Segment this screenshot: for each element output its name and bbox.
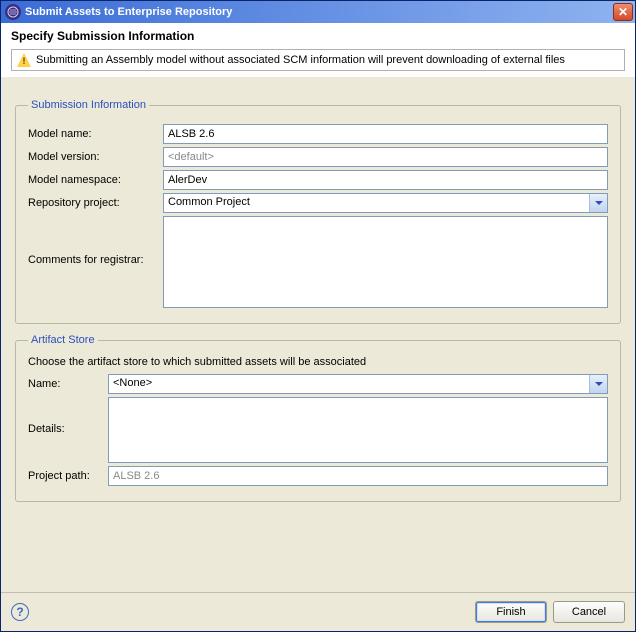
artifact-name-label: Name:	[28, 378, 108, 390]
wizard-header: Specify Submission Information Submittin…	[1, 23, 635, 77]
chevron-down-icon	[595, 382, 603, 386]
warning-box: Submitting an Assembly model without ass…	[11, 49, 625, 71]
warning-text: Submitting an Assembly model without ass…	[36, 54, 565, 66]
model-namespace-input[interactable]	[163, 170, 608, 190]
titlebar: Submit Assets to Enterprise Repository ✕	[1, 1, 635, 23]
project-path-label: Project path:	[28, 470, 108, 482]
chevron-down-icon	[595, 201, 603, 205]
artifact-instruction: Choose the artifact store to which submi…	[28, 356, 608, 368]
close-icon: ✕	[618, 5, 628, 19]
project-path-input	[108, 466, 608, 486]
repository-project-value: Common Project	[164, 194, 589, 212]
model-namespace-label: Model namespace:	[28, 174, 163, 186]
window-title: Submit Assets to Enterprise Repository	[25, 6, 232, 18]
model-version-input	[163, 147, 608, 167]
content-area: Submission Information Model name: Model…	[1, 77, 635, 592]
repository-project-dropdown-button[interactable]	[589, 194, 607, 212]
comments-textarea[interactable]	[163, 216, 608, 308]
artifact-store-group: Artifact Store Choose the artifact store…	[15, 334, 621, 502]
help-button[interactable]: ?	[11, 603, 29, 621]
finish-button[interactable]: Finish	[475, 601, 547, 623]
eclipse-icon	[5, 4, 21, 20]
help-icon: ?	[16, 605, 23, 619]
artifact-name-select[interactable]: <None>	[108, 374, 608, 394]
artifact-name-value: <None>	[109, 375, 589, 393]
repository-project-select[interactable]: Common Project	[163, 193, 608, 213]
comments-label: Comments for registrar:	[28, 216, 163, 266]
submission-legend: Submission Information	[28, 99, 149, 111]
repository-project-label: Repository project:	[28, 197, 163, 209]
model-name-label: Model name:	[28, 128, 163, 140]
close-button[interactable]: ✕	[613, 3, 633, 21]
artifact-details-textarea	[108, 397, 608, 463]
model-version-label: Model version:	[28, 151, 163, 163]
cancel-button[interactable]: Cancel	[553, 601, 625, 623]
artifact-name-dropdown-button[interactable]	[589, 375, 607, 393]
warning-icon	[17, 53, 31, 67]
artifact-legend: Artifact Store	[28, 334, 98, 346]
page-title: Specify Submission Information	[11, 29, 625, 43]
model-name-input[interactable]	[163, 124, 608, 144]
artifact-details-label: Details:	[28, 397, 108, 435]
submission-information-group: Submission Information Model name: Model…	[15, 99, 621, 324]
footer: ? Finish Cancel	[1, 592, 635, 631]
